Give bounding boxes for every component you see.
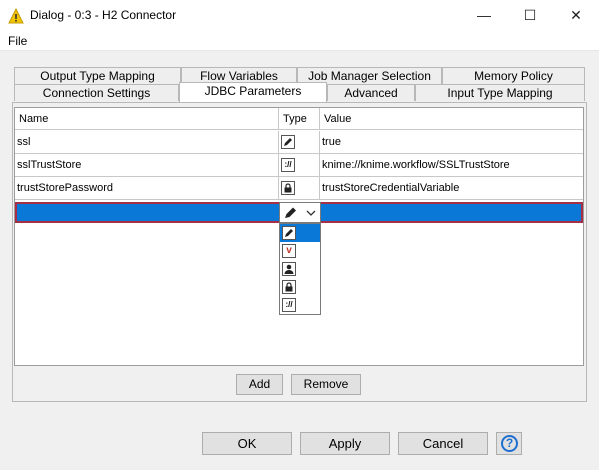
tab-input-type-mapping[interactable]: Input Type Mapping xyxy=(415,84,585,101)
type-dropdown-list: v :// xyxy=(279,223,321,315)
lock-icon xyxy=(282,280,296,294)
jdbc-parameters-table: Name Type Value ssl true sslTrustStore :… xyxy=(14,107,584,366)
menu-file[interactable]: File xyxy=(8,34,27,48)
table-row-type[interactable] xyxy=(279,131,320,154)
chevron-down-icon xyxy=(305,207,317,217)
url-icon: :// xyxy=(281,158,295,172)
title-bar: Dialog - 0:3 - H2 Connector — ☐ ✕ xyxy=(0,0,599,31)
flow-variable-icon: v xyxy=(282,244,296,258)
table-row-value[interactable]: trustStoreCredentialVariable xyxy=(320,177,583,200)
tab-output-type-mapping[interactable]: Output Type Mapping xyxy=(14,67,181,84)
close-button[interactable]: ✕ xyxy=(553,0,599,31)
tab-jdbc-parameters[interactable]: JDBC Parameters xyxy=(179,82,327,102)
help-button[interactable]: ? xyxy=(496,432,522,455)
column-header-type[interactable]: Type xyxy=(279,108,320,130)
lock-icon xyxy=(281,181,295,195)
table-row-name[interactable]: ssl xyxy=(15,131,279,154)
pencil-icon xyxy=(283,205,299,220)
column-header-name[interactable]: Name xyxy=(15,108,279,130)
minimize-button[interactable]: — xyxy=(461,0,507,31)
menu-bar: File xyxy=(0,31,599,51)
type-combobox[interactable] xyxy=(279,202,321,223)
pencil-icon xyxy=(282,226,296,240)
tab-advanced[interactable]: Advanced xyxy=(327,84,415,101)
knime-warning-triangle-icon xyxy=(8,7,24,24)
add-button[interactable]: Add xyxy=(236,374,283,395)
tab-connection-settings[interactable]: Connection Settings xyxy=(14,84,179,101)
cancel-button[interactable]: Cancel xyxy=(398,432,488,455)
pencil-icon xyxy=(281,135,295,149)
url-icon: :// xyxy=(282,298,296,312)
apply-button[interactable]: Apply xyxy=(300,432,390,455)
ok-button[interactable]: OK xyxy=(202,432,292,455)
column-header-value[interactable]: Value xyxy=(320,108,583,130)
table-row-value[interactable]: true xyxy=(320,131,583,154)
table-row-name[interactable]: trustStorePassword xyxy=(15,177,279,200)
table-row-type[interactable]: :// xyxy=(279,154,320,177)
window-title: Dialog - 0:3 - H2 Connector xyxy=(30,8,177,22)
help-icon: ? xyxy=(501,435,518,452)
maximize-button[interactable]: ☐ xyxy=(507,0,553,31)
table-row-value[interactable]: knime://knime.workflow/SSLTrustStore xyxy=(320,154,583,177)
user-icon xyxy=(282,262,296,276)
remove-button[interactable]: Remove xyxy=(291,374,361,395)
tab-memory-policy[interactable]: Memory Policy xyxy=(442,67,585,84)
table-row-name[interactable]: sslTrustStore xyxy=(15,154,279,177)
table-row-type[interactable] xyxy=(279,177,320,200)
